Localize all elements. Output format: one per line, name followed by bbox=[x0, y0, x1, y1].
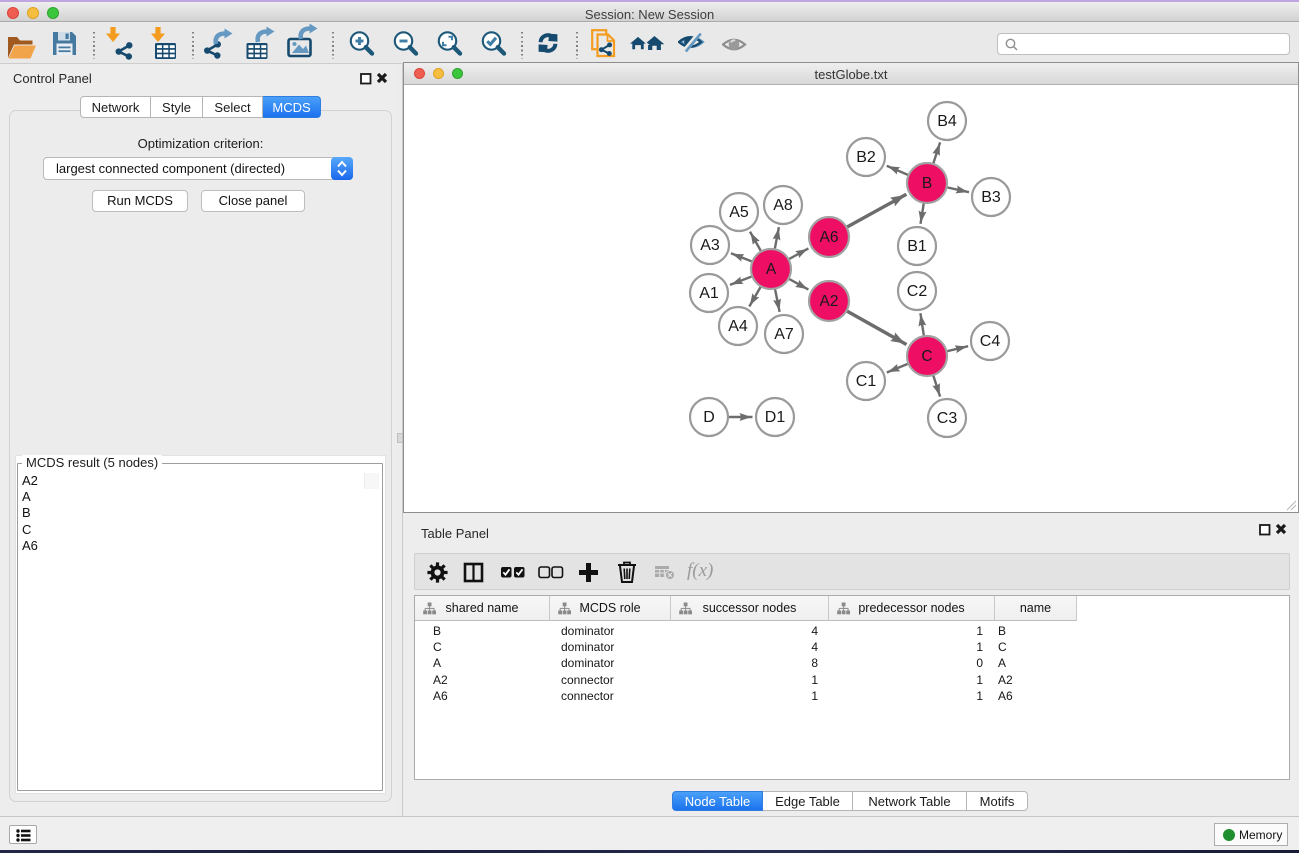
svg-text:A3: A3 bbox=[700, 237, 720, 254]
svg-text:B4: B4 bbox=[937, 113, 957, 130]
svg-text:C: C bbox=[921, 348, 932, 365]
svg-text:A5: A5 bbox=[729, 204, 749, 221]
svg-text:D1: D1 bbox=[765, 409, 786, 426]
svg-text:A1: A1 bbox=[699, 285, 719, 302]
svg-text:C2: C2 bbox=[907, 283, 928, 300]
svg-text:B: B bbox=[922, 175, 932, 192]
svg-text:B3: B3 bbox=[981, 189, 1001, 206]
svg-text:A7: A7 bbox=[774, 326, 794, 343]
svg-text:D: D bbox=[703, 409, 715, 426]
svg-text:C3: C3 bbox=[937, 410, 958, 427]
svg-text:A6: A6 bbox=[820, 229, 839, 246]
svg-text:C1: C1 bbox=[856, 373, 877, 390]
svg-text:A4: A4 bbox=[728, 318, 748, 335]
svg-text:B2: B2 bbox=[856, 149, 876, 166]
svg-text:A2: A2 bbox=[820, 293, 839, 310]
svg-text:A8: A8 bbox=[773, 197, 793, 214]
svg-text:B1: B1 bbox=[907, 238, 927, 255]
svg-text:A: A bbox=[766, 261, 777, 278]
svg-text:C4: C4 bbox=[980, 333, 1001, 350]
